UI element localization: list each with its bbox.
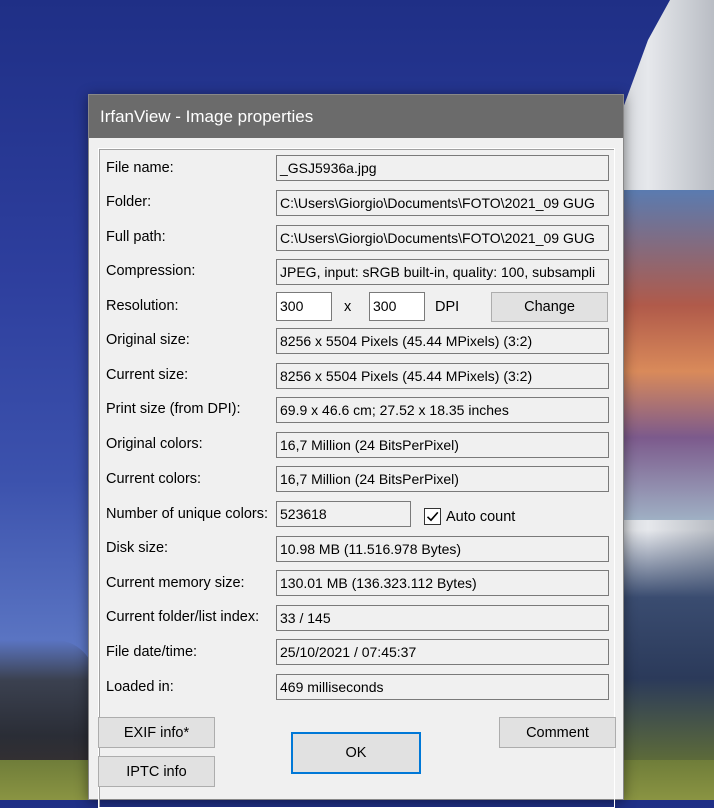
image-properties-dialog: IrfanView - Image properties File name: …: [88, 94, 624, 808]
resolution-y-input[interactable]: 300: [369, 292, 425, 321]
auto-count-checkbox[interactable]: [424, 508, 441, 525]
original-size-field[interactable]: 8256 x 5504 Pixels (45.44 MPixels) (3:2): [276, 328, 609, 354]
unique-colors-field[interactable]: 523618: [276, 501, 411, 527]
original-colors-label: Original colors:: [106, 436, 203, 452]
original-colors-field[interactable]: 16,7 Million (24 BitsPerPixel): [276, 432, 609, 458]
full-path-label: Full path:: [106, 229, 166, 245]
background-mural: [618, 190, 714, 520]
file-date-field[interactable]: 25/10/2021 / 07:45:37: [276, 639, 609, 665]
original-size-label: Original size:: [106, 332, 190, 348]
folder-label: Folder:: [106, 194, 152, 210]
dialog-title: IrfanView - Image properties: [100, 106, 314, 126]
memory-size-field[interactable]: 130.01 MB (136.323.112 Bytes): [276, 570, 609, 596]
folder-index-label: Current folder/list index:: [106, 609, 260, 625]
file-date-label: File date/time:: [106, 644, 198, 660]
memory-size-label: Current memory size:: [106, 575, 245, 591]
check-icon: [426, 511, 439, 522]
dialog-titlebar[interactable]: IrfanView - Image properties: [89, 95, 623, 138]
exif-info-button[interactable]: EXIF info*: [98, 717, 215, 748]
iptc-info-button[interactable]: IPTC info: [98, 756, 215, 787]
folder-index-field[interactable]: 33 / 145: [276, 605, 609, 631]
auto-count-label[interactable]: Auto count: [446, 503, 515, 531]
resolution-label: Resolution:: [106, 298, 179, 314]
print-size-field[interactable]: 69.9 x 46.6 cm; 27.52 x 18.35 inches: [276, 397, 609, 423]
full-path-field[interactable]: C:\Users\Giorgio\Documents\FOTO\2021_09 …: [276, 225, 609, 251]
compression-field[interactable]: JPEG, input: sRGB built-in, quality: 100…: [276, 259, 609, 285]
resolution-x-input[interactable]: 300: [276, 292, 332, 321]
print-size-label: Print size (from DPI):: [106, 401, 241, 417]
resolution-unit: DPI: [435, 299, 460, 315]
disk-size-field[interactable]: 10.98 MB (11.516.978 Bytes): [276, 536, 609, 562]
loaded-in-field[interactable]: 469 milliseconds: [276, 674, 609, 700]
current-size-field[interactable]: 8256 x 5504 Pixels (45.44 MPixels) (3:2): [276, 363, 609, 389]
disk-size-label: Disk size:: [106, 540, 169, 556]
comment-button[interactable]: Comment: [499, 717, 616, 748]
compression-label: Compression:: [106, 263, 196, 279]
ok-button[interactable]: OK: [291, 732, 421, 774]
folder-field[interactable]: C:\Users\Giorgio\Documents\FOTO\2021_09 …: [276, 190, 609, 216]
current-size-label: Current size:: [106, 367, 189, 383]
current-colors-label: Current colors:: [106, 471, 202, 487]
unique-colors-label: Number of unique colors:: [106, 506, 268, 522]
loaded-in-label: Loaded in:: [106, 679, 174, 695]
current-colors-field[interactable]: 16,7 Million (24 BitsPerPixel): [276, 466, 609, 492]
resolution-separator: x: [344, 299, 352, 315]
change-resolution-button[interactable]: Change: [491, 292, 608, 322]
file-name-field[interactable]: _GSJ5936a.jpg: [276, 155, 609, 181]
file-name-label: File name:: [106, 160, 174, 176]
